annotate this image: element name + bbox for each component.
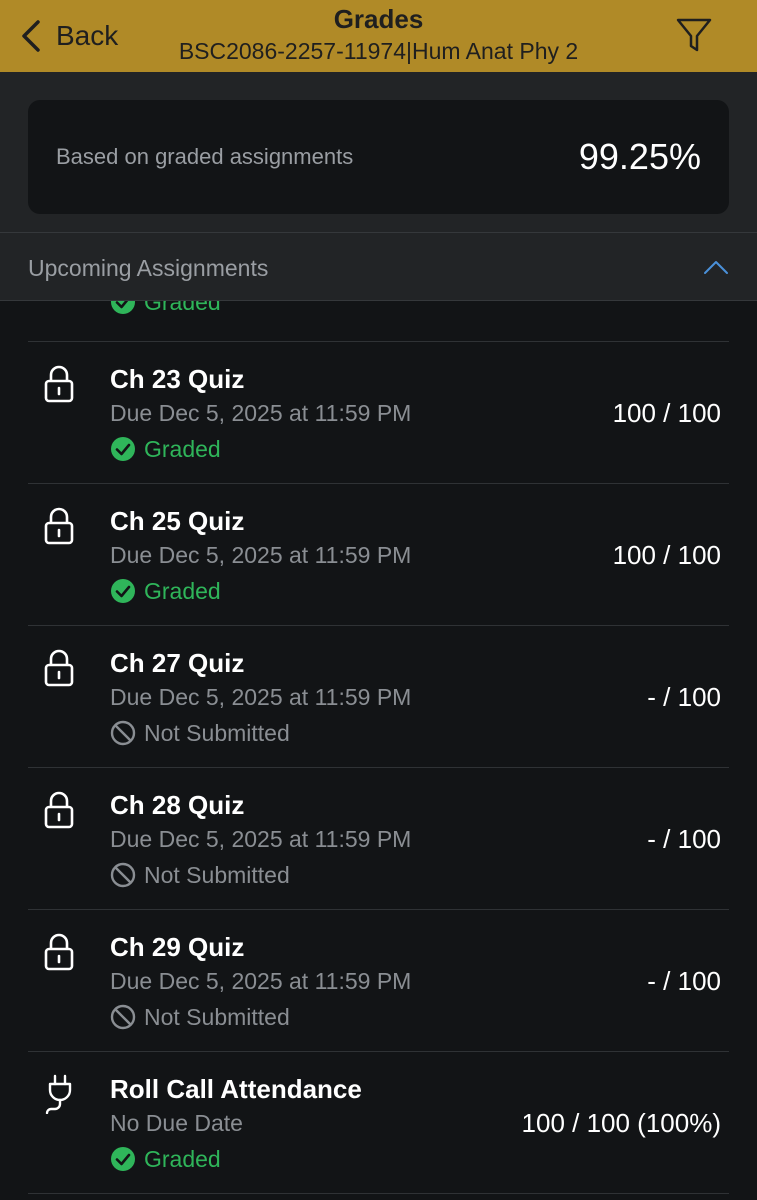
summary-label: Based on graded assignments bbox=[56, 144, 354, 169]
due-date: Due Dec 5, 2025 at 11:59 PM bbox=[110, 826, 412, 852]
partial-row-status: Graded bbox=[110, 301, 221, 319]
plug-icon bbox=[42, 1074, 76, 1115]
prohibited-icon bbox=[110, 862, 136, 888]
score: - / 100 bbox=[647, 966, 721, 996]
check-circle-icon bbox=[111, 301, 135, 314]
status-label: Not Submitted bbox=[144, 861, 290, 888]
assignment-row[interactable]: Ch 29 Quiz Due Dec 5, 2025 at 11:59 PM Not… bbox=[28, 909, 729, 1051]
score: 100 / 100 bbox=[612, 398, 721, 428]
top-bar: Back Grades BSC2086-2257-11974|Hum Anat … bbox=[0, 0, 757, 72]
score: 100 / 100 (100%) bbox=[521, 1108, 721, 1138]
assignment-title: Roll Call Attendance bbox=[110, 1074, 362, 1104]
score: - / 100 bbox=[647, 682, 721, 712]
lock-icon bbox=[42, 506, 76, 546]
grade-summary-area: Based on graded assignments 99.25% bbox=[0, 72, 757, 232]
page-title: Grades bbox=[333, 4, 424, 34]
status-label: Graded bbox=[144, 301, 221, 315]
assignment-title: Ch 25 Quiz bbox=[110, 506, 245, 536]
check-circle-icon bbox=[110, 1146, 136, 1172]
check-circle-icon bbox=[110, 578, 136, 604]
lock-icon bbox=[42, 648, 76, 688]
status: Graded bbox=[110, 432, 221, 466]
due-date: Due Dec 5, 2025 at 11:59 PM bbox=[110, 968, 412, 994]
list-divider bbox=[28, 1193, 729, 1195]
assignment-title: Ch 27 Quiz bbox=[110, 648, 245, 678]
status: Graded bbox=[110, 574, 221, 608]
status: Not Submitted bbox=[110, 858, 290, 892]
course-name: BSC2086-2257-11974|Hum Anat Phy 2 bbox=[178, 38, 579, 64]
prohibited-icon bbox=[110, 720, 136, 746]
assignment-row[interactable]: Ch 23 Quiz Due Dec 5, 2025 at 11:59 PM Gra… bbox=[28, 341, 729, 483]
grade-summary-card: Based on graded assignments 99.25% bbox=[28, 100, 729, 214]
filter-icon[interactable] bbox=[672, 14, 716, 54]
upcoming-assignments-header[interactable]: Upcoming Assignments bbox=[0, 232, 757, 301]
prohibited-icon bbox=[110, 1004, 136, 1030]
overall-grade: 99.25% bbox=[578, 136, 701, 177]
assignment-list[interactable]: Graded Ch 23 Quiz Due Dec 5, 2025 at 11:5… bbox=[0, 301, 757, 1200]
assignment-row[interactable]: Ch 25 Quiz Due Dec 5, 2025 at 11:59 PM Gra… bbox=[28, 483, 729, 625]
score: - / 100 bbox=[647, 824, 721, 854]
lock-icon bbox=[42, 364, 76, 404]
assignment-row[interactable]: Roll Call Attendance No Due Date Graded 100… bbox=[28, 1051, 729, 1193]
assignment-row[interactable]: Ch 27 Quiz Due Dec 5, 2025 at 11:59 PM Not… bbox=[28, 625, 729, 767]
section-title: Upcoming Assignments bbox=[28, 255, 269, 281]
lock-icon bbox=[42, 932, 76, 972]
assignment-title: Ch 28 Quiz bbox=[110, 790, 245, 820]
status-label: Graded bbox=[144, 1145, 221, 1172]
score: 100 / 100 bbox=[612, 540, 721, 570]
status: Not Submitted bbox=[110, 1000, 290, 1034]
status-label: Graded bbox=[144, 435, 221, 462]
assignment-title: Ch 29 Quiz bbox=[110, 932, 245, 962]
chevron-up-icon[interactable] bbox=[702, 255, 730, 279]
due-date: Due Dec 5, 2025 at 11:59 PM bbox=[110, 684, 412, 710]
status-label: Not Submitted bbox=[144, 719, 290, 746]
due-date: No Due Date bbox=[110, 1110, 243, 1136]
status: Graded bbox=[110, 1142, 221, 1176]
assignment-title: Ch 23 Quiz bbox=[110, 364, 245, 394]
status-label: Graded bbox=[144, 577, 221, 604]
assignment-row[interactable]: Ch 28 Quiz Due Dec 5, 2025 at 11:59 PM Not… bbox=[28, 767, 729, 909]
check-circle-icon bbox=[110, 436, 136, 462]
due-date: Due Dec 5, 2025 at 11:59 PM bbox=[110, 400, 412, 426]
status: Not Submitted bbox=[110, 716, 290, 750]
due-date: Due Dec 5, 2025 at 11:59 PM bbox=[110, 542, 412, 568]
status-label: Not Submitted bbox=[144, 1003, 290, 1030]
lock-icon bbox=[42, 790, 76, 830]
